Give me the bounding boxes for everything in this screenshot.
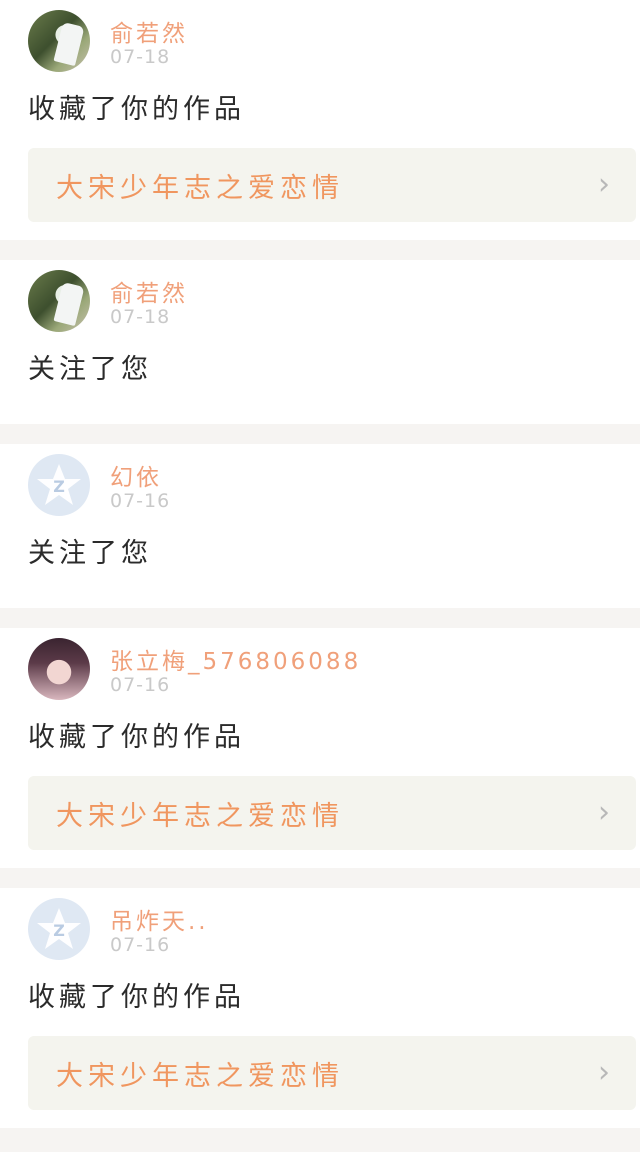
work-title: 大宋少年志之爱恋情 (56, 172, 344, 204)
timestamp: 07-18 (110, 306, 171, 328)
action-text: 收藏了你的作品 (28, 722, 245, 753)
work-title: 大宋少年志之爱恋情 (56, 1060, 344, 1092)
default-avatar-icon[interactable]: Z (28, 454, 90, 516)
user-avatar[interactable] (28, 638, 90, 700)
timestamp: 07-18 (110, 46, 171, 68)
user-avatar[interactable] (28, 270, 90, 332)
feed-item-header: 张立梅_576806088 07-16 (28, 628, 612, 712)
work-link-card[interactable]: 大宋少年志之爱恋情 › (28, 776, 636, 850)
username[interactable]: 俞若然 (110, 274, 188, 308)
action-text: 收藏了你的作品 (28, 94, 245, 125)
svg-text:Z: Z (53, 921, 65, 940)
feed-item-header: 俞若然 07-18 (28, 0, 612, 84)
activity-feed: 俞若然 07-18 收藏了你的作品 大宋少年志之爱恋情 › 俞若然 07-18 … (0, 0, 640, 1128)
work-link-card[interactable]: 大宋少年志之爱恋情 › (28, 1036, 636, 1110)
timestamp: 07-16 (110, 934, 171, 956)
feed-item-header: Z 吊炸天.. 07-16 (28, 888, 612, 972)
user-avatar[interactable] (28, 10, 90, 72)
work-title: 大宋少年志之爱恋情 (56, 800, 344, 832)
timestamp: 07-16 (110, 674, 171, 696)
svg-text:Z: Z (53, 477, 65, 496)
feed-item: Z 幻依 07-16 关注了您 (0, 444, 640, 608)
feed-item: 张立梅_576806088 07-16 收藏了你的作品 大宋少年志之爱恋情 › (0, 628, 640, 868)
username[interactable]: 幻依 (110, 458, 162, 492)
chevron-right-icon: › (598, 167, 610, 202)
action-text: 关注了您 (28, 538, 152, 569)
feed-item: 俞若然 07-18 收藏了你的作品 大宋少年志之爱恋情 › (0, 0, 640, 240)
chevron-right-icon: › (598, 1055, 610, 1090)
username[interactable]: 俞若然 (110, 14, 188, 48)
feed-item-header: Z 幻依 07-16 (28, 444, 612, 528)
action-text: 收藏了你的作品 (28, 982, 245, 1013)
username[interactable]: 张立梅_576806088 (110, 642, 361, 676)
chevron-right-icon: › (598, 795, 610, 830)
feed-item: 俞若然 07-18 关注了您 (0, 260, 640, 424)
feed-item: Z 吊炸天.. 07-16 收藏了你的作品 大宋少年志之爱恋情 › (0, 888, 640, 1128)
work-link-card[interactable]: 大宋少年志之爱恋情 › (28, 148, 636, 222)
timestamp: 07-16 (110, 490, 171, 512)
feed-item-header: 俞若然 07-18 (28, 260, 612, 344)
default-avatar-icon[interactable]: Z (28, 898, 90, 960)
action-text: 关注了您 (28, 354, 152, 385)
username[interactable]: 吊炸天.. (110, 902, 209, 936)
